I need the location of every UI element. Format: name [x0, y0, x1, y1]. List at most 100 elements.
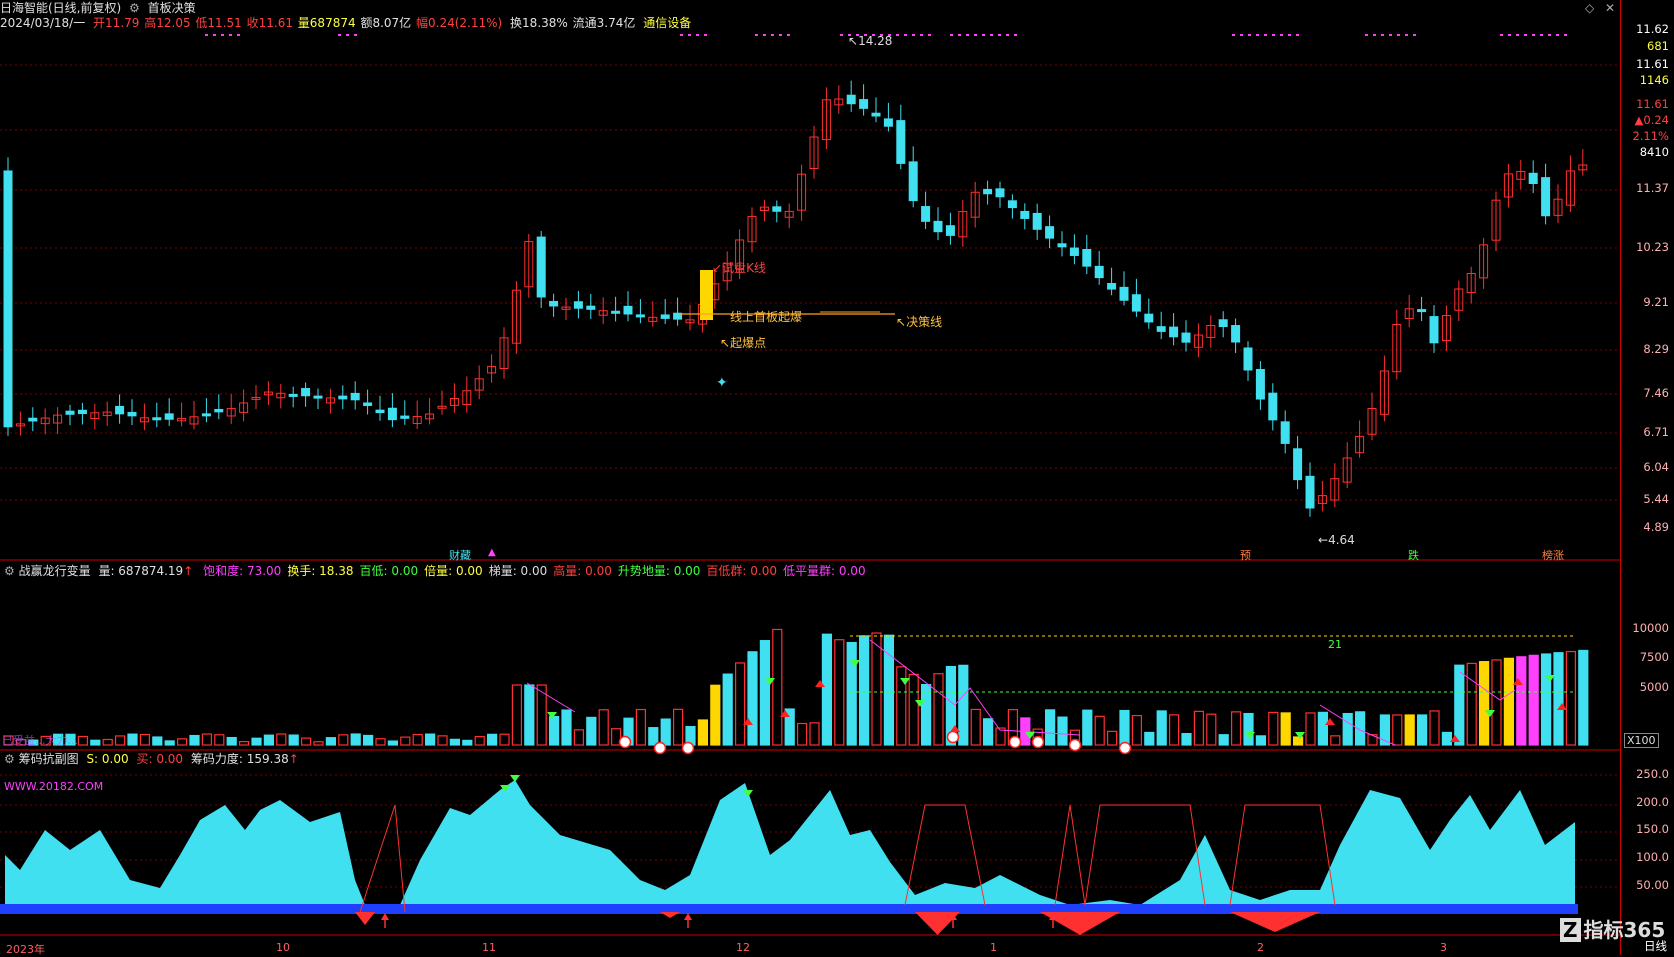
candle-body [1057, 243, 1067, 248]
volume-bar [152, 736, 163, 746]
volume-bar [1317, 711, 1329, 746]
axis-label: 4.89 [1643, 520, 1669, 534]
first-board-label: 线上首板起爆 [730, 310, 803, 324]
axis-label: 7.46 [1643, 386, 1669, 400]
volume-bar [1528, 654, 1539, 746]
signal-dot [229, 34, 232, 36]
down-arrow-marker [510, 775, 520, 782]
volume-bar [226, 736, 237, 746]
plus-circle-marker [1031, 735, 1045, 749]
red-line [359, 804, 406, 913]
volume-bar [1330, 735, 1341, 746]
volume-bar [573, 729, 585, 746]
volume-bar [821, 633, 833, 746]
volume-bar [201, 733, 212, 746]
plus-circle-marker [681, 741, 695, 755]
signal-dot [237, 34, 240, 36]
volume-bar [1131, 714, 1143, 746]
panel3-title[interactable]: 筹码抗副图 [19, 752, 79, 766]
count-label: 21 [1328, 638, 1342, 651]
volume-bar [1292, 736, 1304, 746]
volume-bar [1540, 653, 1552, 746]
candle-body [127, 411, 137, 417]
chip-area[interactable] [0, 780, 1578, 935]
price-axis[interactable]: 11.62 681 11.61 1146 11.61 ▲0.24 2.11% 8… [1620, 0, 1674, 955]
signal-dot [990, 34, 993, 36]
candle-body [1231, 325, 1241, 343]
signal-dot [1508, 34, 1511, 36]
candle-body [1169, 326, 1179, 338]
candle-body [623, 305, 633, 315]
panel3-s: S: 0.00 [86, 752, 129, 766]
plus-circle-marker [653, 741, 667, 755]
volume-bar [462, 739, 473, 746]
gear-icon[interactable]: ⚙ [4, 752, 15, 766]
volume-bar [1553, 652, 1564, 746]
indicator-value: 百低群: 0.00 [706, 564, 777, 578]
volume-bar [214, 734, 225, 746]
volume-bar [1243, 712, 1254, 746]
date-label: 11 [482, 941, 496, 954]
chip-axis-label: 50.00 [1636, 878, 1669, 892]
candle-body [896, 120, 906, 164]
volume-bar [672, 708, 684, 746]
signal-dot [1240, 34, 1243, 36]
volume-bars[interactable] [3, 628, 1589, 746]
signal-dot [696, 34, 699, 36]
volume-bar [524, 684, 535, 746]
volume-bar [1441, 731, 1453, 746]
volume-bar [425, 733, 436, 746]
signal-dot [912, 34, 915, 36]
candle-body [536, 236, 546, 298]
candle-body [164, 413, 174, 420]
signal-dot [974, 34, 977, 36]
signal-dot [958, 34, 961, 36]
volume-bar [437, 735, 448, 746]
volume-bar [1094, 715, 1105, 746]
signal-dot [346, 34, 349, 36]
volume-bar [920, 684, 932, 746]
candle-body [846, 94, 856, 105]
candle-body [1107, 283, 1117, 290]
volume-bar [908, 673, 919, 746]
vol-axis-label: 10000 [1632, 621, 1669, 635]
signal-dot [1516, 34, 1519, 36]
signal-dot [779, 34, 782, 36]
candle-body [1082, 249, 1092, 267]
candle-body [772, 206, 782, 212]
volume-bar [834, 639, 845, 746]
trial-k-label: ↙试盘K线 [712, 261, 766, 275]
signal-dot [1548, 34, 1551, 36]
signal-dot [1381, 34, 1384, 36]
chip-axis-label: 100.0 [1636, 850, 1669, 864]
date-label: 3 [1440, 941, 1447, 954]
date-label: 2 [1257, 941, 1264, 954]
red-dip [1230, 912, 1320, 932]
buy-arrow-head [381, 913, 389, 920]
up-caret-icon: ▲ [488, 547, 496, 558]
chart-canvas[interactable] [0, 0, 1674, 955]
candle-body [338, 395, 348, 400]
signal-dot [1524, 34, 1527, 36]
signal-dot [998, 34, 1001, 36]
buy-arrow-head [684, 913, 692, 920]
volume-bar [1416, 714, 1428, 746]
volume-bar [660, 718, 671, 746]
ignition-label: ↖起爆点 [720, 336, 767, 350]
tag-bangzhang: 榜涨 [1542, 549, 1564, 562]
panel2-title[interactable]: 战赢龙行变量 [19, 564, 91, 578]
gear-icon[interactable]: ⚙ [4, 564, 15, 578]
axis-label: 2.11% [1632, 129, 1669, 143]
candle-body [660, 314, 670, 319]
signal-dot [1540, 34, 1543, 36]
volume-bar [1044, 709, 1056, 746]
volume-bar [412, 733, 423, 746]
volume-bar [1392, 714, 1403, 746]
candle-body [933, 220, 943, 233]
signal-dot [771, 34, 774, 36]
candle-body [77, 409, 87, 415]
signal-dot [1006, 34, 1009, 36]
axis-label: 681 [1647, 39, 1669, 53]
candle-body [363, 402, 373, 406]
candlestick-series[interactable] [3, 80, 1588, 517]
